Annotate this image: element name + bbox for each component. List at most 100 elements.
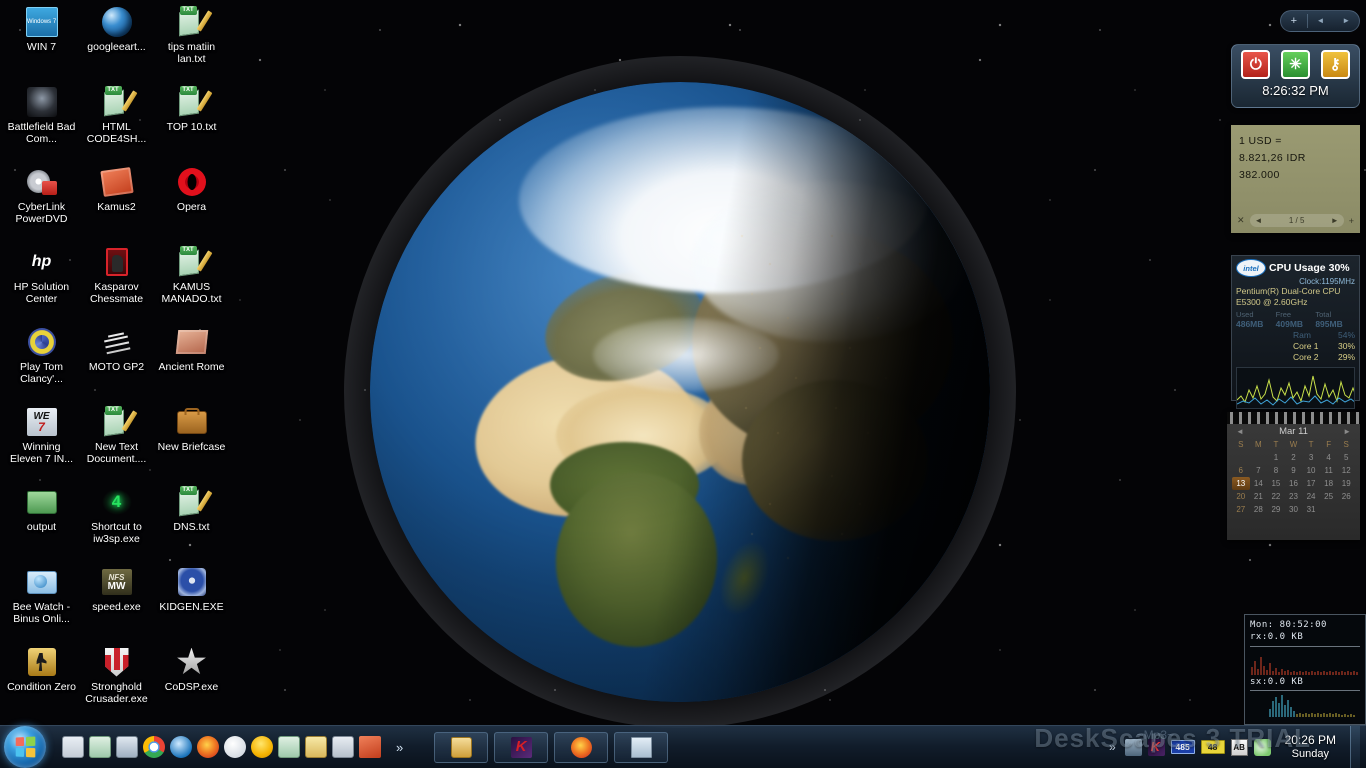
calendar-day-cell[interactable]: 31 [1302, 503, 1320, 516]
next-gadget-button[interactable]: ► [1333, 11, 1359, 31]
notepad-icon[interactable] [305, 736, 327, 758]
desktop-icon-kidgen-exe[interactable]: KIDGEN.EXE [154, 562, 229, 642]
desktop-icon-iw3sp-shortcut[interactable]: Shortcut to iw3sp.exe [79, 482, 154, 562]
calendar-day-cell[interactable]: 29 [1267, 503, 1285, 516]
desktop-icon-battlefield[interactable]: Battlefield Bad Com... [4, 82, 79, 162]
dictionary-icon[interactable] [359, 736, 381, 758]
calendar-day-cell[interactable]: 7 [1250, 464, 1268, 477]
desktop-icon-stronghold-crusader[interactable]: Stronghold Crusader.exe [79, 642, 154, 722]
desktop-icon-play-tom-clancy[interactable]: Play Tom Clancy'... [4, 322, 79, 402]
tray-badge-blue[interactable]: 485 [1170, 740, 1195, 754]
taskbar-window-firefox[interactable] [554, 731, 609, 763]
desktop[interactable]: Windows 7 WIN 7 googleeart... TXT tips m… [0, 0, 1366, 768]
calendar-day-cell[interactable]: 1 [1267, 451, 1285, 464]
desktop-icon-codsp-exe[interactable]: CoDSP.exe [154, 642, 229, 722]
network-meter-gadget[interactable]: Mon: 80:52:00 rx:0.0 KB sx:0.0 KB [1244, 614, 1366, 725]
desktop-icon-condition-zero[interactable]: Condition Zero [4, 642, 79, 722]
firefox-icon[interactable] [197, 736, 219, 758]
ab-language-icon[interactable]: AB [1230, 738, 1248, 756]
desktop-icon-kamus2[interactable]: Kamus2 [79, 162, 154, 242]
taskbar-window-kaspersky[interactable] [494, 731, 549, 763]
desktop-icon-new-briefcase[interactable]: New Briefcase [154, 402, 229, 482]
calculator-icon[interactable] [332, 736, 354, 758]
desktop-icon-moto-gp2[interactable]: MOTO GP2 [79, 322, 154, 402]
taskbar-window-explorer[interactable] [434, 731, 489, 763]
calendar-prev-button[interactable]: ◄ [1236, 427, 1244, 436]
desktop-icon-speed-exe[interactable]: NFS MW speed.exe [79, 562, 154, 642]
volume-icon[interactable] [1253, 738, 1271, 756]
calendar-day-cell[interactable]: 18 [1320, 477, 1338, 490]
desktop-icon-dns-txt[interactable]: TXT DNS.txt [154, 482, 229, 562]
restart-icon[interactable]: ✳ [1280, 50, 1310, 79]
calendar-day-cell[interactable]: 15 [1267, 477, 1285, 490]
calendar-day-cell[interactable]: 19 [1337, 477, 1355, 490]
calendar-day-cell[interactable]: 11 [1320, 464, 1338, 477]
calendar-day-cell[interactable]: 21 [1250, 490, 1268, 503]
calendar-next-button[interactable]: ► [1343, 427, 1351, 436]
calendar-day-cell[interactable]: 10 [1302, 464, 1320, 477]
calendar-day-cell[interactable]: 14 [1250, 477, 1268, 490]
taskbar-clock[interactable]: 20:26 PM Sunday [1277, 733, 1344, 761]
show-desktop-button[interactable] [1350, 725, 1360, 768]
calendar-today-cell[interactable]: 13 [1232, 477, 1250, 490]
lock-key-icon[interactable]: ⚷ [1320, 50, 1350, 79]
calendar-day-cell[interactable]: 25 [1320, 490, 1338, 503]
calendar-day-cell[interactable]: 12 [1337, 464, 1355, 477]
calendar-day-cell[interactable]: 28 [1250, 503, 1268, 516]
yahoo-messenger-icon[interactable] [251, 736, 273, 758]
desktop-icon-googleearth[interactable]: googleeart... [79, 2, 154, 82]
calendar-day-cell[interactable]: 27 [1232, 503, 1250, 516]
tray-badge-yellow[interactable]: 48 [1200, 740, 1225, 754]
show-desktop-icon[interactable] [62, 736, 84, 758]
start-button[interactable] [4, 726, 46, 768]
desktop-icon-bee-watch[interactable]: Bee Watch - Binus Onli... [4, 562, 79, 642]
desktop-icon-win7[interactable]: Windows 7 WIN 7 [4, 2, 79, 82]
previous-gadget-button[interactable]: ◄ [1308, 11, 1334, 31]
add-gadget-button[interactable]: + [1281, 11, 1307, 31]
calendar-day-cell[interactable]: 24 [1302, 490, 1320, 503]
text-file-icon[interactable] [278, 736, 300, 758]
next-note-button[interactable]: ► [1331, 216, 1339, 225]
calendar-day-cell[interactable]: 2 [1285, 451, 1303, 464]
chrome-icon[interactable] [143, 736, 165, 758]
desktop-icon-opera[interactable]: Opera [154, 162, 229, 242]
calendar-day-cell[interactable]: 30 [1285, 503, 1303, 516]
calendar-day-cell[interactable]: 3 [1302, 451, 1320, 464]
delete-note-button[interactable]: ✕ [1237, 215, 1245, 226]
text-file-icon[interactable] [89, 736, 111, 758]
calendar-day-cell[interactable]: 6 [1232, 464, 1250, 477]
desktop-icon-ancient-rome[interactable]: Ancient Rome [154, 322, 229, 402]
tray-overflow-button[interactable]: » [1109, 740, 1116, 754]
calendar-day-cell[interactable]: 17 [1302, 477, 1320, 490]
desktop-icon-output[interactable]: output [4, 482, 79, 562]
desktop-icon-new-text-document[interactable]: TXT New Text Document.... [79, 402, 154, 482]
calendar-day-cell[interactable]: 4 [1320, 451, 1338, 464]
calendar-day-cell[interactable]: 20 [1232, 490, 1250, 503]
desktop-icon-kasparov-chessmate[interactable]: Kasparov Chessmate [79, 242, 154, 322]
power-control-gadget[interactable]: ⏻ ✳ ⚷ 8:26:32 PM [1231, 44, 1360, 108]
sticky-notes-gadget[interactable]: 1 USD = 8.821,26 IDR 382.000 ✕ ◄ 1 / 5 ►… [1231, 125, 1360, 233]
internet-explorer-icon[interactable] [170, 736, 192, 758]
desktop-icon-top-10[interactable]: TXT TOP 10.txt [154, 82, 229, 162]
calendar-day-cell[interactable]: 8 [1267, 464, 1285, 477]
calendar-day-cell[interactable]: 23 [1285, 490, 1303, 503]
taskbar-window-document[interactable] [614, 731, 669, 763]
calendar-day-cell[interactable]: 16 [1285, 477, 1303, 490]
calendar-day-cell[interactable]: 9 [1285, 464, 1303, 477]
desktop-icon-html-code4sh[interactable]: TXT HTML CODE4SH... [79, 82, 154, 162]
desktop-icon-tips-matiin-lan[interactable]: TXT tips matiin lan.txt [154, 2, 229, 82]
picture-icon[interactable] [116, 736, 138, 758]
quick-launch-overflow-button[interactable]: » [396, 740, 403, 755]
calendar-day-cell[interactable]: 26 [1337, 490, 1355, 503]
desktop-icon-powerdvd[interactable]: CyberLink PowerDVD [4, 162, 79, 242]
calendar-day-cell[interactable]: 5 [1337, 451, 1355, 464]
previous-note-button[interactable]: ◄ [1255, 216, 1263, 225]
cpu-meter-gadget[interactable]: intel CPU Usage 30% Clock:1195MHz Pentiu… [1231, 255, 1360, 409]
calendar-gadget[interactable]: ◄ Mar 11 ► S M T W T F S 1 2 3 4 5 6 7 8 9 10 11 12 13 14 15 1… [1227, 412, 1360, 540]
shutdown-icon[interactable]: ⏻ [1241, 50, 1271, 79]
calendar-day-cell[interactable]: 22 [1267, 490, 1285, 503]
messenger-icon[interactable] [224, 736, 246, 758]
desktop-icon-kamus-manado[interactable]: TXT KAMUS MANADO.txt [154, 242, 229, 322]
desktop-icon-hp-solution-center[interactable]: hp HP Solution Center [4, 242, 79, 322]
add-note-button[interactable]: + [1349, 216, 1354, 226]
